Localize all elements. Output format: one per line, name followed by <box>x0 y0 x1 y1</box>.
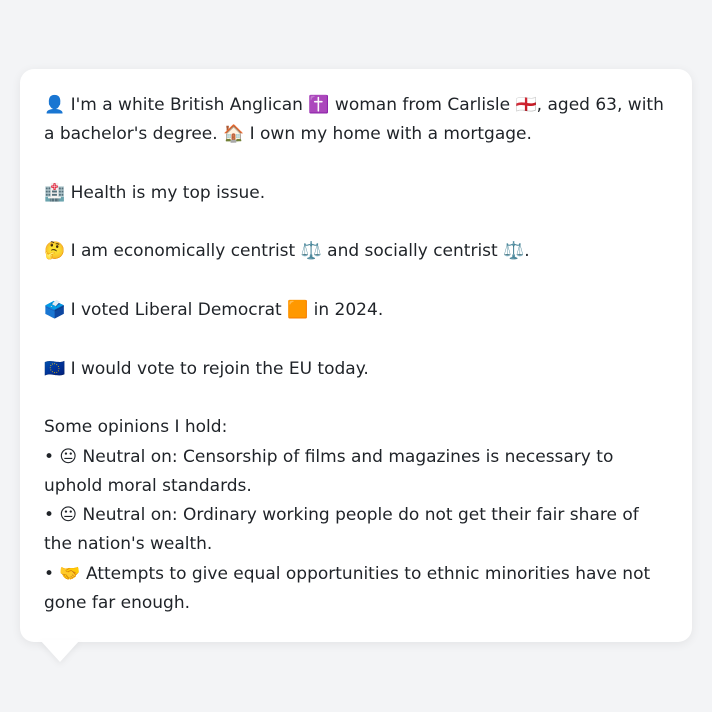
profile-message-bubble: 👤 I'm a white British Anglican ✝️ woman … <box>20 69 692 642</box>
ideology-text: 🤔 I am economically centrist ⚖️ and soci… <box>44 241 530 262</box>
opinion-item: • 🤝 Attempts to give equal opportunities… <box>44 563 651 614</box>
top-issue-text: 🏥 Health is my top issue. <box>44 182 266 203</box>
opinions-heading: Some opinions I hold: <box>44 417 228 438</box>
bubble-tail <box>40 640 80 662</box>
intro-text: 👤 I'm a white British Anglican ✝️ woman … <box>44 95 664 145</box>
vote-text: 🗳️ I voted Liberal Democrat 🟧 in 2024. <box>44 300 384 321</box>
opinion-item: • 😐 Neutral on: Censorship of films and … <box>44 446 614 496</box>
eu-text: 🇪🇺 I would vote to rejoin the EU today. <box>44 358 369 379</box>
opinion-item: • 😐 Neutral on: Ordinary working people … <box>44 505 639 555</box>
